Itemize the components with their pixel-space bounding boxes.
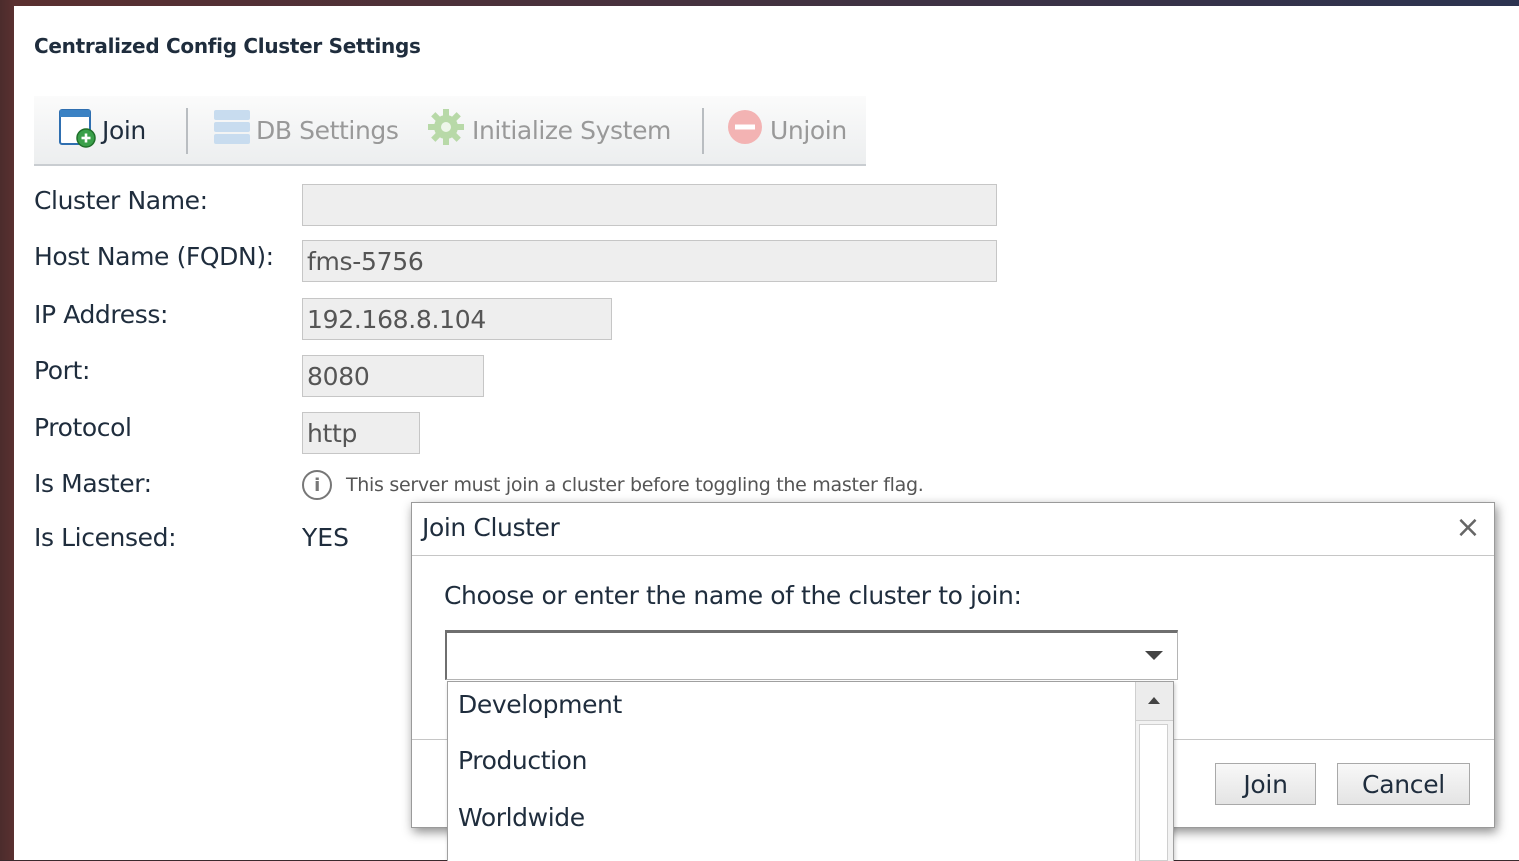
toolbar: Join DB Settings Initialize System Unjoi…: [34, 96, 866, 166]
join-button[interactable]: Join: [1215, 763, 1316, 805]
protocol-field[interactable]: http: [302, 412, 420, 454]
scrollbar-thumb[interactable]: [1139, 724, 1168, 861]
chevron-down-icon[interactable]: [1145, 651, 1163, 660]
dialog-header: Join Cluster ×: [412, 503, 1494, 556]
info-icon: i: [302, 470, 332, 500]
cancel-button[interactable]: Cancel: [1337, 763, 1470, 805]
join-toolbar-button[interactable]: Join: [56, 108, 146, 152]
is-master-info: i This server must join a cluster before…: [302, 470, 924, 500]
page-title: Centralized Config Cluster Settings: [34, 34, 421, 58]
ip-address-label: IP Address:: [34, 300, 168, 329]
cluster-name-label: Cluster Name:: [34, 186, 208, 215]
cluster-name-field[interactable]: [302, 184, 997, 226]
is-master-info-text: This server must join a cluster before t…: [346, 474, 924, 496]
initialize-system-toolbar-label: Initialize System: [472, 115, 671, 145]
join-toolbar-label: Join: [102, 115, 146, 145]
ip-address-field[interactable]: 192.168.8.104: [302, 298, 612, 340]
unjoin-toolbar-button[interactable]: Unjoin: [724, 108, 847, 152]
remove-icon: [724, 106, 766, 154]
gear-icon: [424, 106, 468, 154]
cluster-dropdown-list: Development Production Worldwide: [447, 681, 1174, 861]
db-settings-toolbar-button[interactable]: DB Settings: [212, 108, 399, 152]
is-licensed-value: YES: [302, 523, 349, 552]
dropdown-option-development[interactable]: Development: [458, 690, 622, 719]
port-field[interactable]: 8080: [302, 355, 484, 397]
db-settings-toolbar-label: DB Settings: [256, 115, 399, 145]
initialize-system-toolbar-button[interactable]: Initialize System: [424, 108, 671, 152]
toolbar-separator: [702, 108, 704, 154]
dialog-prompt: Choose or enter the name of the cluster …: [444, 581, 1022, 610]
port-label: Port:: [34, 356, 90, 385]
join-add-icon: [56, 106, 98, 154]
host-name-field[interactable]: fms-5756: [302, 240, 997, 282]
dropdown-option-worldwide[interactable]: Worldwide: [458, 803, 585, 832]
is-master-label: Is Master:: [34, 469, 152, 498]
close-icon[interactable]: ×: [1450, 509, 1486, 545]
dropdown-option-production[interactable]: Production: [458, 746, 587, 775]
cluster-name-combobox[interactable]: [445, 630, 1178, 680]
dropdown-scrollbar[interactable]: [1135, 682, 1173, 861]
scroll-up-icon[interactable]: [1136, 682, 1173, 721]
unjoin-toolbar-label: Unjoin: [770, 115, 847, 145]
host-name-label: Host Name (FQDN):: [34, 242, 274, 271]
toolbar-separator: [186, 108, 188, 154]
protocol-label: Protocol: [34, 413, 132, 442]
dialog-title: Join Cluster: [422, 513, 560, 542]
database-icon: [212, 106, 252, 154]
is-licensed-label: Is Licensed:: [34, 523, 177, 552]
